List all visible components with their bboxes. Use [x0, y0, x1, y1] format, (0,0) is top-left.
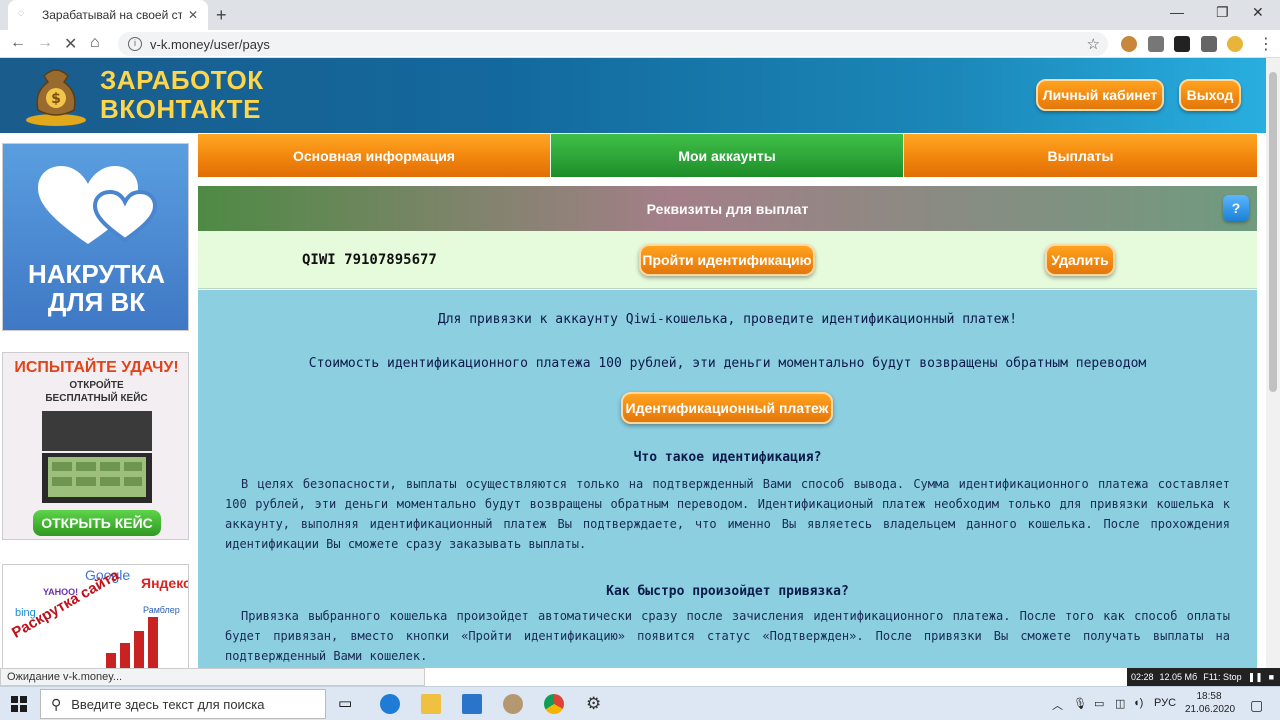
logout-button[interactable]: Выход: [1179, 79, 1241, 111]
tab-my-accounts[interactable]: Мои аккаунты: [551, 134, 904, 177]
app-icon[interactable]: [503, 694, 523, 714]
browser-status: Ожидание v-k.money...: [0, 668, 425, 686]
delete-button[interactable]: Удалить: [1045, 244, 1115, 276]
windows-taskbar: ⚲ Введите здесь текст для поиска ▭ ⚙ ︿ 🎙…: [0, 686, 1280, 720]
forward-icon[interactable]: →: [37, 34, 53, 52]
ad1-line1: НАКРУТКА: [27, 259, 166, 289]
browser-tabbar: ◌ Зарабатывай на своей страниц ✕ + — ❐ ✕: [0, 0, 1280, 30]
web-page: $ ЗАРАБОТОК ВКОНТАКТЕ Личный кабинет Вых…: [0, 58, 1266, 668]
close-window-icon[interactable]: ✕: [1252, 4, 1264, 21]
growth-chart-icon: [106, 617, 158, 668]
settings-gear-icon[interactable]: ⚙: [586, 694, 606, 714]
qiwi-requisite: QIWI 79107895677: [302, 252, 437, 268]
logo-line1: ЗАРАБОТОК: [100, 65, 264, 95]
tab-payouts[interactable]: Выплаты: [904, 134, 1257, 177]
identification-payment-button[interactable]: Идентификационный платеж: [621, 392, 833, 424]
briefcase-icon: [42, 411, 152, 503]
cookie-extension-icon[interactable]: [1121, 36, 1137, 52]
info-line-2: Стоимость идентификационного платежа 100…: [308, 356, 1147, 371]
chrome-icon[interactable]: [544, 694, 564, 714]
maximize-icon[interactable]: ❐: [1216, 4, 1229, 21]
taskbar-clock[interactable]: 18:58 21.06.2020: [1185, 690, 1236, 716]
clock-time: 18:58: [1196, 691, 1222, 702]
box-extension-icon[interactable]: [1174, 36, 1190, 52]
cabinet-button[interactable]: Личный кабинет: [1036, 79, 1164, 111]
address-bar: ← → ✕ ⌂ i v-k.money/user/pays ☆ ⋮: [0, 30, 1280, 58]
cube-extension-icon[interactable]: [1148, 36, 1164, 52]
profile-avatar[interactable]: [1227, 36, 1243, 52]
taskbar-search[interactable]: ⚲ Введите здесь текст для поиска: [40, 689, 326, 719]
ad-banner-likes[interactable]: НАКРУТКА ДЛЯ ВК: [2, 143, 189, 331]
rec-time: 02:28: [1131, 672, 1154, 682]
microphone-icon[interactable]: 🎙: [1073, 697, 1087, 710]
notifications-icon[interactable]: ▢: [1250, 697, 1263, 714]
recorder-bar: 02:28 12.05 Мб F11: Stop ❚❚ ■: [1127, 668, 1280, 686]
ad2-title: ИСПЫТАЙТЕ УДАЧУ!: [14, 359, 179, 376]
home-icon[interactable]: ⌂: [90, 34, 100, 52]
url-field[interactable]: i v-k.money/user/pays ☆: [118, 32, 1108, 56]
minimize-icon[interactable]: —: [1170, 4, 1184, 20]
language-indicator[interactable]: РУС: [1154, 697, 1176, 709]
ad2-sub2: БЕСПЛАТНЫЙ КЕЙС: [45, 393, 148, 404]
tab-title: Зарабатывай на своей страниц: [42, 8, 182, 22]
pause-icon[interactable]: ❚❚: [1248, 672, 1263, 683]
payout-details-panel: Реквизиты для выплат ? QIWI 79107895677 …: [198, 186, 1257, 668]
puzzle-extension-icon[interactable]: [1201, 36, 1217, 52]
stop-icon[interactable]: ✕: [64, 34, 77, 54]
paragraph-binding: Привязка выбранного кошелька произойдет …: [225, 609, 1230, 663]
new-tab-icon[interactable]: +: [216, 5, 227, 26]
battery-icon[interactable]: ▭: [1094, 697, 1104, 710]
site-logo[interactable]: ЗАРАБОТОК ВКОНТАКТЕ: [100, 66, 264, 124]
ad2-sub1: ОТКРОЙТЕ: [69, 380, 124, 391]
logo-line2: ВКОНТАКТЕ: [100, 94, 261, 124]
ad-banner-promo[interactable]: Google Яндекс YAHOO! bing Рамблер Раскру…: [2, 564, 189, 668]
info-icon[interactable]: i: [128, 37, 142, 51]
heading-how-fast: Как быстро произойдет привязка?: [606, 584, 849, 599]
identification-info: Для привязки к аккаунту Qiwi-кошелька, п…: [198, 290, 1257, 668]
ad1-line2: ДЛЯ ВК: [47, 287, 146, 317]
info-line-1: Для привязки к аккаунту Qiwi-кошелька, п…: [437, 312, 1018, 327]
tab-main-info[interactable]: Основная информация: [198, 134, 551, 177]
edge-icon[interactable]: [380, 694, 400, 714]
clock-date: 21.06.2020: [1185, 704, 1236, 715]
search-icon: ⚲: [51, 695, 62, 712]
volume-icon[interactable]: ◖): [1133, 697, 1143, 709]
back-icon[interactable]: ←: [10, 34, 26, 52]
ad3-yandex: Яндекс: [141, 575, 189, 591]
network-icon[interactable]: ◫: [1115, 697, 1125, 710]
money-bag-icon: $: [26, 69, 86, 126]
identify-button[interactable]: Пройти идентификацию: [639, 244, 815, 276]
tray-expand-icon[interactable]: ︿: [1052, 697, 1063, 713]
close-tab-icon[interactable]: ✕: [188, 8, 198, 22]
scrollbar-thumb[interactable]: [1269, 72, 1277, 392]
heading-what-is-identification: Что такое идентификация?: [633, 450, 822, 465]
panel-header: Реквизиты для выплат ?: [198, 186, 1257, 231]
help-button[interactable]: ?: [1223, 195, 1249, 221]
loading-icon: ◌: [18, 8, 24, 19]
rec-hotkey[interactable]: F11: Stop: [1203, 672, 1241, 682]
search-placeholder: Введите здесь текст для поиска: [71, 696, 265, 712]
stop-square-icon[interactable]: ■: [1269, 672, 1274, 682]
browser-tab[interactable]: ◌ Зарабатывай на своей страниц ✕: [8, 0, 208, 30]
task-view-icon[interactable]: ▭: [338, 694, 358, 714]
hearts-icon: [38, 166, 158, 244]
paragraph-identification: В целях безопасности, выплаты осуществля…: [225, 477, 1230, 551]
url-text: v-k.money/user/pays: [150, 36, 270, 52]
windows-start-icon[interactable]: [11, 696, 27, 712]
bookmark-star-icon[interactable]: ☆: [1087, 35, 1100, 53]
page-scrollbar[interactable]: [1266, 58, 1280, 668]
svg-text:$: $: [51, 91, 61, 107]
rec-size: 12.05 Мб: [1159, 672, 1198, 682]
ad-banner-case[interactable]: ИСПЫТАЙТЕ УДАЧУ! ОТКРОЙТЕ БЕСПЛАТНЫЙ КЕЙ…: [2, 352, 189, 540]
panel-title: Реквизиты для выплат: [646, 200, 809, 217]
menu-icon[interactable]: ⋮: [1258, 34, 1274, 54]
ad2-open-button[interactable]: ОТКРЫТЬ КЕЙС: [33, 510, 161, 536]
requisite-row: QIWI 79107895677 Пройти идентификацию Уд…: [198, 231, 1257, 289]
explorer-icon[interactable]: [421, 694, 441, 714]
site-header: $ ЗАРАБОТОК ВКОНТАКТЕ Личный кабинет Вых…: [0, 58, 1266, 133]
mail-icon[interactable]: [462, 694, 482, 714]
